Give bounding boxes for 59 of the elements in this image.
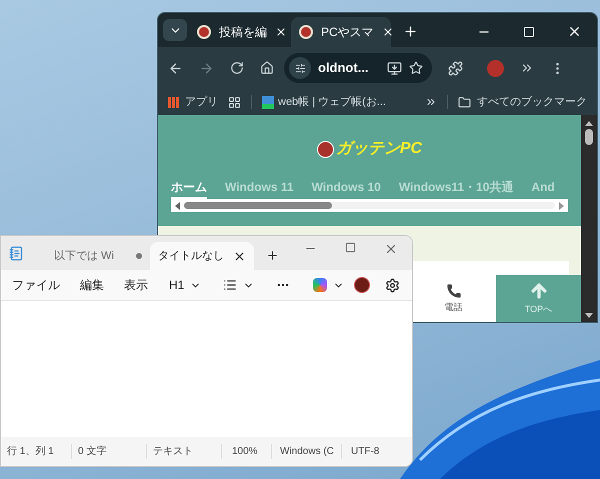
horizontal-scrollbar[interactable]	[171, 199, 568, 212]
scrollbar-track[interactable]	[184, 202, 555, 209]
back-icon[interactable]	[168, 60, 183, 76]
more-bookmarks-icon[interactable]	[425, 96, 437, 108]
bookmark-item[interactable]: アプリ	[168, 94, 218, 110]
list-icon	[223, 278, 238, 292]
phone-icon	[446, 282, 462, 299]
heading-dropdown[interactable]: H1	[169, 276, 202, 294]
new-tab-icon[interactable]	[403, 24, 418, 39]
install-icon[interactable]	[387, 60, 402, 76]
browser-tab[interactable]: PCやスマ	[291, 17, 391, 47]
list-dropdown[interactable]	[223, 278, 254, 292]
profile-avatar[interactable]	[354, 277, 370, 293]
bookmark-item[interactable]: web帳 | ウェブ帳(お...	[262, 94, 386, 110]
home-icon[interactable]	[260, 61, 274, 75]
address-bar[interactable]: oldnot...	[284, 53, 432, 83]
status-item: Windows (C	[271, 444, 341, 459]
close-tab-icon[interactable]	[275, 26, 287, 38]
close-icon[interactable]	[567, 24, 582, 39]
status-item: 100%	[221, 444, 271, 459]
close-tab-icon[interactable]	[233, 250, 246, 262]
scrollbar-thumb[interactable]	[585, 129, 593, 145]
tab-title: 投稿を編	[219, 24, 267, 41]
notepad-tab[interactable]: 以下では Wi	[46, 242, 150, 270]
tab-title: PCやスマ	[321, 24, 374, 41]
menu-item[interactable]: 編集	[80, 276, 104, 294]
extensions-icon[interactable]	[448, 60, 463, 76]
grid-icon[interactable]	[228, 96, 241, 108]
site-icon	[262, 96, 274, 108]
status-item: テキスト	[146, 444, 221, 459]
status-item: UTF-8	[341, 444, 380, 459]
site-favicon-icon	[197, 25, 211, 39]
menu-item[interactable]: 表示	[124, 276, 148, 294]
forward-icon[interactable]	[199, 60, 214, 76]
tab-title: 以下では Wi	[54, 248, 114, 264]
all-bookmarks-button[interactable]: すべてのブックマーク	[458, 94, 587, 110]
site-info-icon[interactable]	[289, 57, 311, 79]
browser-tab[interactable]: 投稿を編	[189, 17, 289, 47]
vertical-scrollbar[interactable]	[581, 115, 597, 322]
tab-search-button[interactable]	[163, 19, 187, 41]
menu-item[interactable]: ファイル	[12, 276, 60, 294]
copilot-dropdown[interactable]	[313, 278, 344, 292]
status-item: 行 1、列 1	[6, 445, 55, 459]
site-favicon-icon	[299, 25, 313, 39]
new-tab-icon[interactable]	[266, 249, 279, 262]
bookmark-star-icon[interactable]	[409, 61, 423, 75]
phone-button[interactable]: 電話	[411, 275, 496, 322]
scrollbar-thumb[interactable]	[184, 202, 332, 209]
settings-icon[interactable]	[385, 278, 400, 292]
notepad-icon	[9, 246, 24, 261]
reload-icon[interactable]	[230, 61, 244, 75]
notepad-tab[interactable]: タイトルなし	[150, 242, 254, 270]
folder-icon	[458, 96, 471, 108]
address-text: oldnot...	[318, 59, 369, 78]
status-item: 0 文字	[71, 444, 146, 459]
close-tab-icon[interactable]	[382, 26, 394, 38]
logo-icon	[316, 140, 334, 158]
tab-title: タイトルなし	[158, 248, 224, 264]
apps-grid-icon	[168, 96, 179, 108]
